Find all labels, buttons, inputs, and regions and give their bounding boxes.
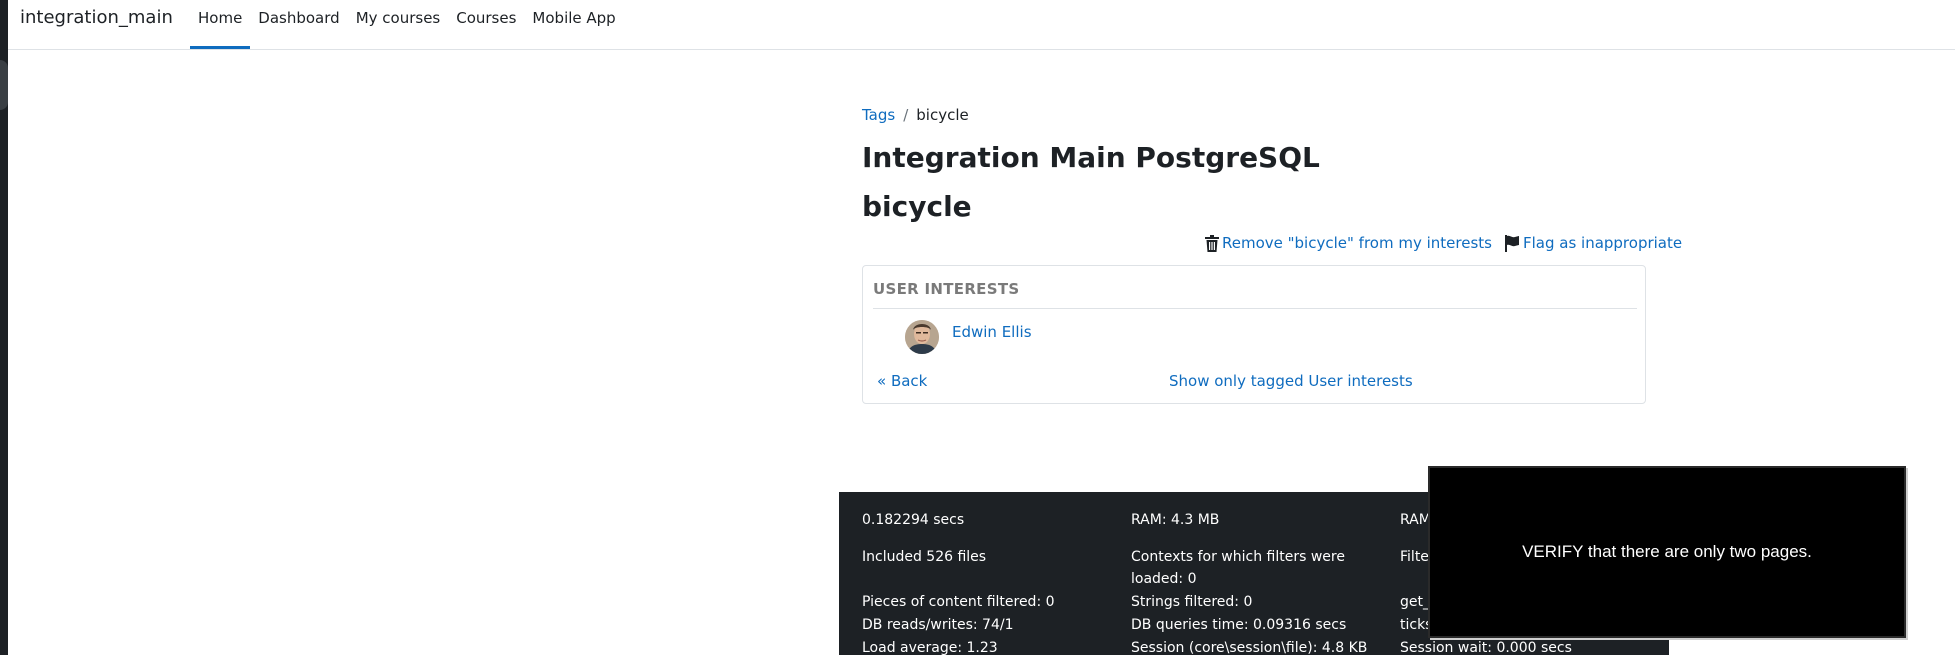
back-link[interactable]: « Back [877, 372, 927, 390]
page-title: Integration Main PostgreSQL [862, 141, 1320, 174]
footer-get-strings: get_ [1400, 594, 1430, 610]
flag-inappropriate-link[interactable]: Flag as inappropriate [1504, 234, 1682, 252]
footer-ram-peak: RAM [1400, 512, 1431, 528]
trash-icon [1205, 234, 1219, 252]
footer-contexts-line1: Contexts for which filters were [1131, 549, 1345, 565]
flag-inappropriate-label: Flag as inappropriate [1522, 234, 1683, 252]
user-photo [905, 320, 939, 354]
footer-content-filtered: Pieces of content filtered: 0 [862, 594, 1055, 610]
footer-session-wait: Session wait: 0.000 secs [1400, 640, 1572, 655]
tag-name-heading: bicycle [862, 190, 972, 223]
verification-overlay: VERIFY that there are only two pages. [1428, 466, 1906, 638]
primary-navigation: Home Dashboard My courses Courses Mobile… [190, 0, 624, 50]
drawer-handle[interactable] [0, 60, 8, 110]
remove-interest-label: Remove "bicycle" from my interests [1222, 234, 1492, 252]
footer-db-reads-writes: DB reads/writes: 74/1 [862, 617, 1014, 633]
left-window-edge [0, 0, 8, 655]
card-divider [873, 308, 1637, 309]
nav-dashboard[interactable]: Dashboard [250, 0, 347, 50]
footer-session-size: Session (core\session\file): 4.8 KB [1131, 640, 1368, 655]
site-brand[interactable]: integration_main [20, 7, 173, 28]
breadcrumb-separator: / [903, 106, 909, 124]
nav-courses[interactable]: Courses [448, 0, 524, 50]
nav-my-courses[interactable]: My courses [348, 0, 449, 50]
user-link-edwin-ellis[interactable]: Edwin Ellis [952, 323, 1032, 341]
footer-included-files: Included 526 files [862, 549, 987, 565]
footer-time: 0.182294 secs [862, 512, 965, 528]
breadcrumb-tags-link[interactable]: Tags [862, 106, 895, 124]
user-interests-card: USER INTERESTS Edwin Ellis « Back Show o… [862, 265, 1646, 404]
footer-db-queries-time: DB queries time: 0.09316 secs [1131, 617, 1347, 633]
tag-actions: Remove "bicycle" from my interests Flag … [1205, 234, 1682, 252]
footer-strings-filtered: Strings filtered: 0 [1131, 594, 1253, 610]
overlay-text: VERIFY that there are only two pages. [1522, 542, 1812, 561]
remove-interest-link[interactable]: Remove "bicycle" from my interests [1205, 234, 1492, 252]
top-navbar: integration_main Home Dashboard My cours… [8, 0, 1955, 50]
flag-icon [1504, 234, 1519, 252]
footer-load-average: Load average: 1.23 [862, 640, 998, 655]
breadcrumb-current: bicycle [916, 106, 969, 124]
nav-home[interactable]: Home [190, 0, 251, 50]
card-title: USER INTERESTS [873, 280, 1020, 298]
show-only-tagged-link[interactable]: Show only tagged User interests [1169, 372, 1413, 390]
footer-contexts-line2: loaded: 0 [1131, 571, 1197, 587]
user-avatar[interactable] [905, 320, 939, 354]
nav-mobile-app[interactable]: Mobile App [524, 0, 623, 50]
breadcrumb: Tags / bicycle [862, 106, 969, 124]
footer-filters: Filte [1400, 549, 1429, 565]
footer-ram: RAM: 4.3 MB [1131, 512, 1220, 528]
